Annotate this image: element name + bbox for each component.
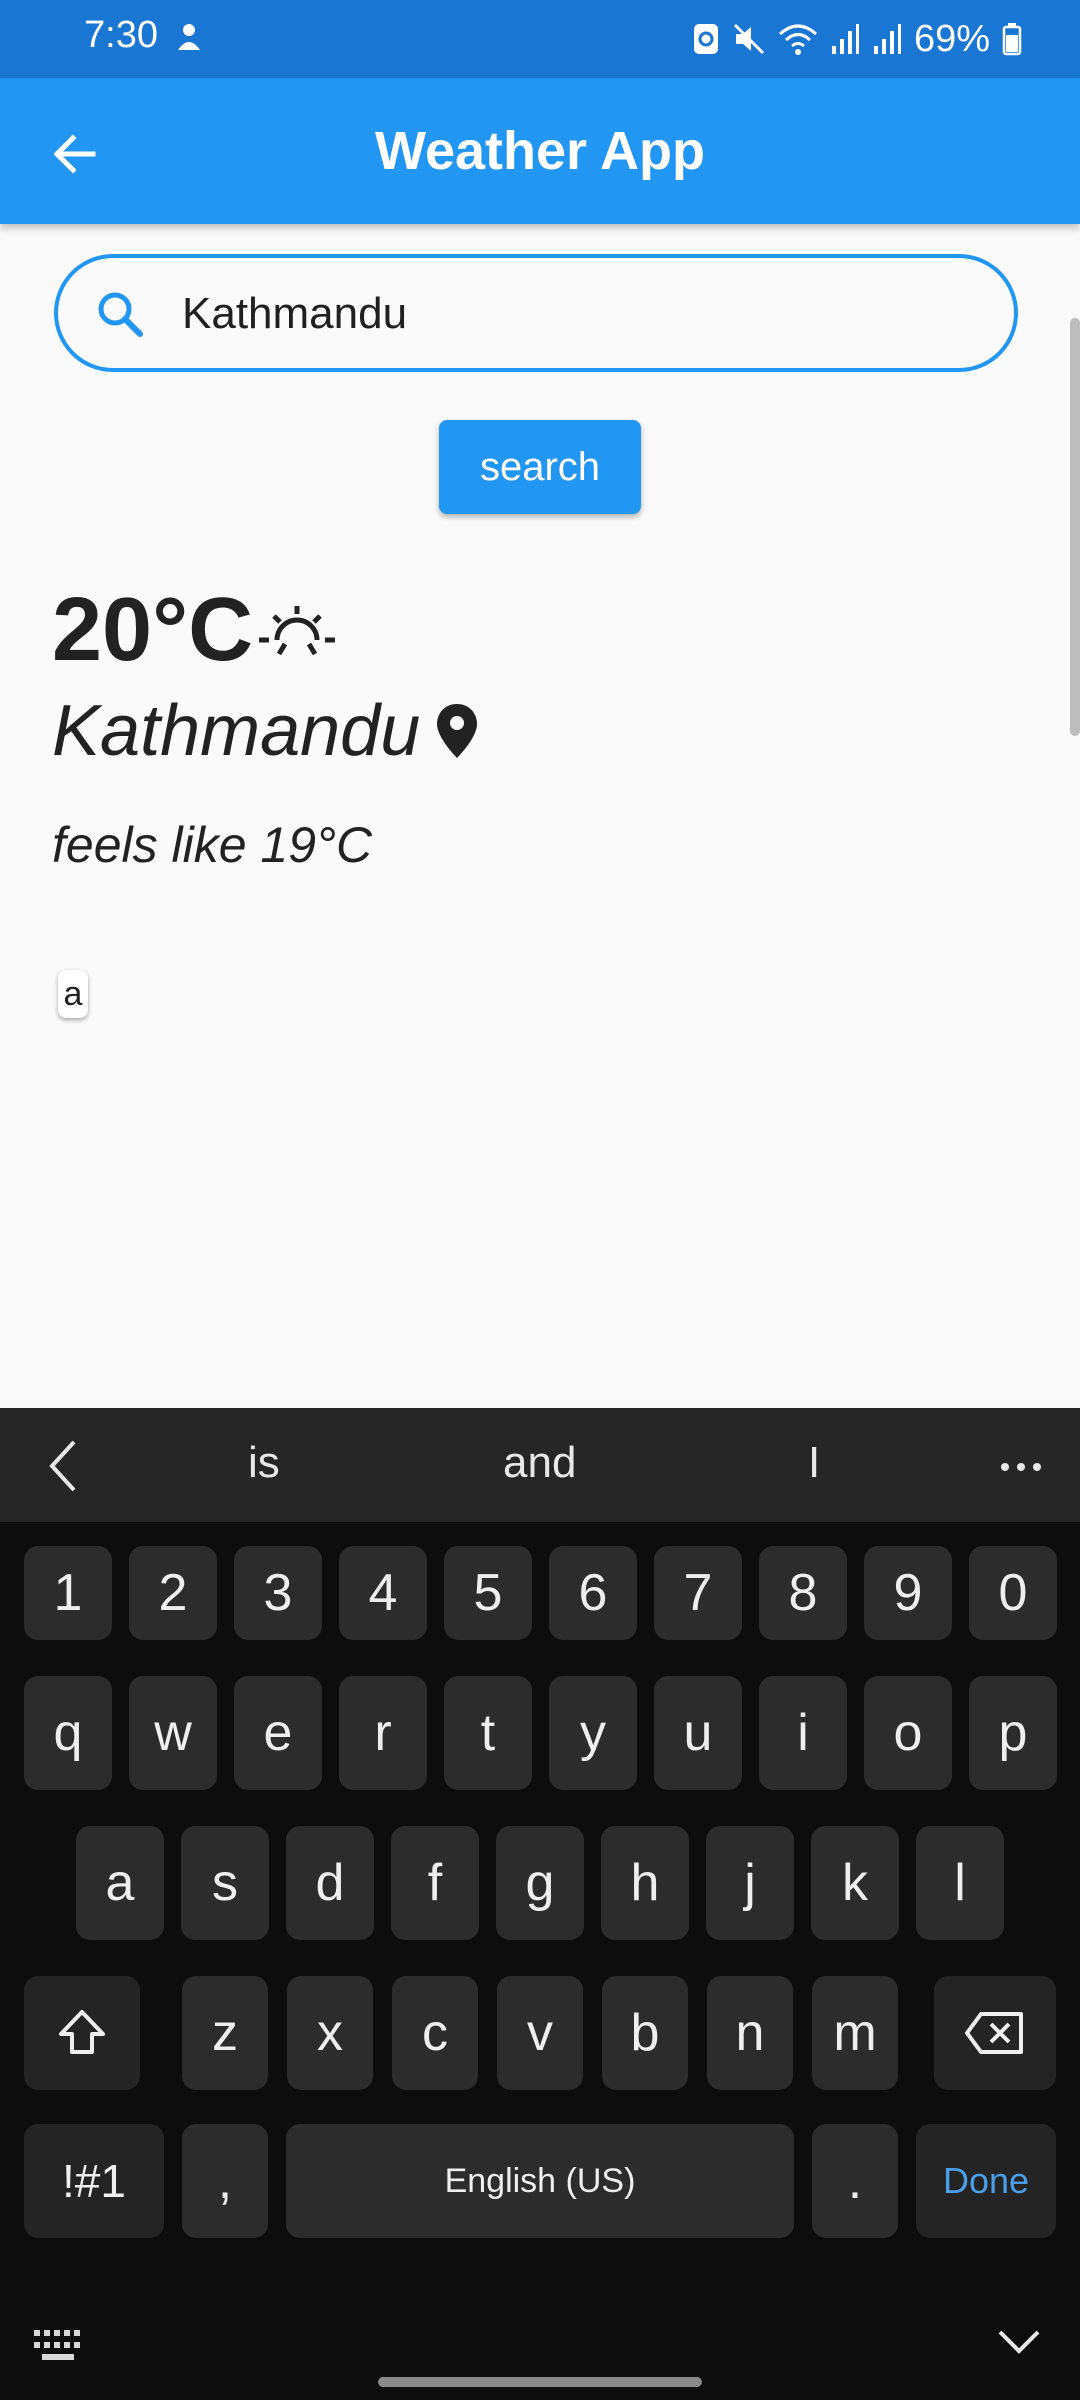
- app-bar: Weather App: [0, 78, 1080, 224]
- city-row: Kathmandu: [52, 686, 480, 776]
- key[interactable]: j: [706, 1826, 794, 1940]
- symbols-key[interactable]: !#1: [24, 2124, 164, 2238]
- comma-key[interactable]: ,: [182, 2124, 268, 2238]
- status-time: 7:30: [84, 14, 158, 56]
- signal-icon: [831, 24, 859, 54]
- sync-icon: [693, 24, 718, 54]
- key[interactable]: 2: [129, 1546, 217, 1640]
- navigation-handle[interactable]: [378, 2377, 702, 2387]
- suggestion-1[interactable]: is: [248, 1438, 280, 1488]
- keyboard: is and I 1234567890 qwertyuiop asdfghjkl zx…: [0, 1408, 1080, 2400]
- key[interactable]: 9: [864, 1546, 952, 1640]
- key[interactable]: h: [601, 1826, 689, 1940]
- battery-percentage: 69%: [913, 17, 990, 60]
- page-title: Weather App: [374, 121, 706, 181]
- battery-icon: [1002, 23, 1022, 56]
- suggestion-2[interactable]: and: [503, 1438, 576, 1488]
- status-icons: 69%: [692, 14, 1022, 64]
- suggestion-bar: is and I: [0, 1408, 1080, 1522]
- floating-chip[interactable]: a: [58, 970, 88, 1018]
- search-button[interactable]: search: [439, 420, 641, 514]
- key[interactable]: 5: [444, 1546, 532, 1640]
- key[interactable]: o: [864, 1676, 952, 1790]
- backspace-icon: [965, 2012, 1023, 2054]
- search-input[interactable]: [180, 276, 984, 352]
- mute-icon: [733, 23, 764, 55]
- scrollbar[interactable]: [1070, 318, 1080, 736]
- key[interactable]: k: [811, 1826, 899, 1940]
- suggestion-3[interactable]: I: [808, 1438, 820, 1488]
- key[interactable]: 4: [339, 1546, 427, 1640]
- key[interactable]: y: [549, 1676, 637, 1790]
- key[interactable]: 6: [549, 1546, 637, 1640]
- key[interactable]: f: [391, 1826, 479, 1940]
- key[interactable]: 3: [234, 1546, 322, 1640]
- key[interactable]: q: [24, 1676, 112, 1790]
- key[interactable]: r: [339, 1676, 427, 1790]
- key[interactable]: 7: [654, 1546, 742, 1640]
- key[interactable]: v: [497, 1976, 583, 2090]
- sunrise-icon: [259, 606, 336, 656]
- key[interactable]: 0: [969, 1546, 1057, 1640]
- key[interactable]: e: [234, 1676, 322, 1790]
- backspace-key[interactable]: [934, 1976, 1056, 2090]
- search-field[interactable]: [54, 254, 1018, 372]
- wifi-icon: [778, 24, 817, 55]
- key[interactable]: a: [76, 1826, 164, 1940]
- period-key[interactable]: .: [812, 2124, 898, 2238]
- key[interactable]: z: [182, 1976, 268, 2090]
- key[interactable]: 1: [24, 1546, 112, 1640]
- key[interactable]: d: [286, 1826, 374, 1940]
- key[interactable]: l: [916, 1826, 1004, 1940]
- key[interactable]: s: [181, 1826, 269, 1940]
- signal-icon: [873, 24, 901, 54]
- status-bar: 7:30 69%: [0, 0, 1080, 78]
- keyboard-icon[interactable]: [32, 2326, 88, 2366]
- key[interactable]: g: [496, 1826, 584, 1940]
- notification-icon: [178, 24, 200, 50]
- key[interactable]: w: [129, 1676, 217, 1790]
- key[interactable]: u: [654, 1676, 742, 1790]
- key[interactable]: x: [287, 1976, 373, 2090]
- key[interactable]: t: [444, 1676, 532, 1790]
- shift-key[interactable]: [24, 1976, 140, 2090]
- key[interactable]: i: [759, 1676, 847, 1790]
- more-options-icon[interactable]: [996, 1442, 1046, 1492]
- space-key[interactable]: English (US): [286, 2124, 794, 2238]
- key[interactable]: p: [969, 1676, 1057, 1790]
- chevron-down-icon[interactable]: [994, 2316, 1044, 2366]
- feels-like-text: feels like 19°C: [52, 817, 373, 873]
- key[interactable]: n: [707, 1976, 793, 2090]
- key[interactable]: c: [392, 1976, 478, 2090]
- search-icon: [98, 292, 143, 337]
- shift-icon: [59, 2010, 105, 2054]
- key[interactable]: 8: [759, 1546, 847, 1640]
- location-pin-icon: [437, 704, 478, 758]
- key[interactable]: m: [812, 1976, 898, 2090]
- done-key[interactable]: Done: [916, 2124, 1056, 2238]
- chevron-left-icon[interactable]: [38, 1436, 88, 1496]
- temperature: 20°C: [52, 579, 254, 680]
- key[interactable]: b: [602, 1976, 688, 2090]
- city-name: Kathmandu: [52, 691, 421, 771]
- temperature-row: 20°C: [52, 580, 339, 680]
